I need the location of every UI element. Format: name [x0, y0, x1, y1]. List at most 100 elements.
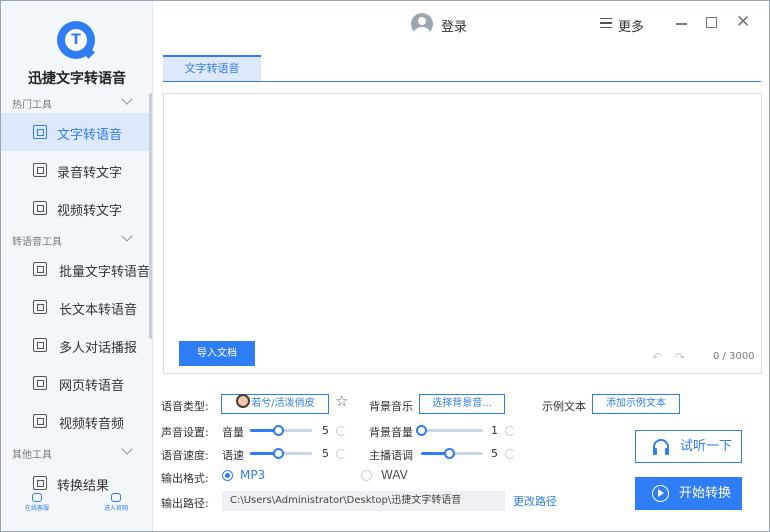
import-document-button[interactable]: 导入文档 — [179, 341, 255, 366]
volume-label: 音量 — [222, 426, 244, 439]
play-icon — [652, 485, 669, 502]
sidebar-item-text-to-speech[interactable]: 文字转语音 — [1, 113, 149, 151]
speed-slider[interactable] — [250, 448, 312, 459]
sidebar-item-label: 文字转语音 — [57, 128, 123, 143]
maximize-icon[interactable] — [706, 17, 717, 28]
footer-label: 进入官网 — [103, 505, 128, 512]
sidebar-item-batch-text-to-speech[interactable]: 批量文字转语音 — [1, 250, 151, 288]
speed-sub-label: 语速 — [222, 449, 244, 462]
sidebar-item-results[interactable]: 转换结果 — [1, 464, 149, 502]
close-icon[interactable]: ✕ — [736, 14, 750, 31]
bg-volume-label: 背景音量 — [369, 426, 413, 439]
sidebar-item-recording-to-text[interactable]: 录音转文字 — [1, 151, 149, 189]
char-counter: 0 / 3000 — [713, 351, 755, 362]
output-path-label: 输出路径: — [161, 497, 209, 510]
reset-icon[interactable] — [336, 449, 346, 459]
start-convert-button[interactable]: 开始转换 — [635, 477, 742, 510]
app-name: 迅捷文字转语音 — [28, 71, 126, 87]
section-speech-tools: 转语音工具 — [12, 237, 62, 248]
app-logo-icon: T — [57, 21, 95, 59]
bg-music-label: 背景音乐 — [369, 400, 413, 413]
audio-icon — [33, 414, 47, 428]
long-text-icon — [33, 300, 47, 314]
slider-handle[interactable] — [272, 448, 284, 459]
video-icon — [33, 201, 47, 215]
reset-icon[interactable] — [336, 426, 346, 436]
chevron-down-icon[interactable] — [121, 230, 133, 242]
mp3-radio[interactable] — [222, 470, 233, 481]
more-menu[interactable]: 更多 — [618, 16, 644, 35]
sidebar-item-label: 长文本转语音 — [59, 303, 138, 318]
sidebar-item-video-to-audio[interactable]: 视频转音频 — [1, 402, 149, 440]
mp3-label[interactable]: MP3 — [240, 468, 265, 482]
bg-volume-value: 1 — [491, 424, 498, 437]
official-site-button[interactable]: 进入官网 — [96, 493, 136, 512]
text-editor[interactable] — [163, 93, 762, 374]
online-support-button[interactable]: 在线客服 — [17, 493, 57, 512]
speech-speed-label: 语音速度: — [161, 449, 209, 462]
sample-text-label: 示例文本 — [542, 400, 586, 413]
sidebar-item-label: 录音转文字 — [57, 166, 123, 181]
volume-slider[interactable] — [250, 425, 312, 436]
output-format-label: 输出格式: — [161, 472, 209, 485]
sidebar: T 迅捷文字转语音 热门工具 文字转语音 录音转文字 视频转文字 转语音工具 批… — [1, 1, 153, 531]
reset-icon[interactable] — [505, 426, 515, 436]
section-other-tools: 其他工具 — [12, 450, 52, 461]
output-path-field[interactable]: C:\Users\Administrator\Desktop\迅捷文字转语音 — [222, 491, 505, 511]
footer-label: 在线客服 — [24, 505, 49, 512]
bg-volume-slider[interactable] — [416, 425, 483, 436]
webpage-icon — [33, 376, 47, 390]
change-path-link[interactable]: 更改路径 — [513, 493, 557, 509]
slider-handle[interactable] — [272, 425, 284, 436]
tab-text-to-speech[interactable]: 文字转语音 — [163, 55, 261, 82]
sidebar-item-webpage-to-speech[interactable]: 网页转语音 — [1, 364, 149, 402]
voice-type-label: 语音类型: — [161, 400, 209, 413]
app-window: T 迅捷文字转语音 热门工具 文字转语音 录音转文字 视频转文字 转语音工具 批… — [0, 0, 770, 532]
sidebar-item-label: 视频转文字 — [57, 204, 123, 219]
tab-underline — [163, 81, 761, 82]
dialog-icon — [33, 338, 47, 352]
chevron-down-icon[interactable] — [121, 443, 133, 455]
sidebar-item-multi-dialog[interactable]: 多人对话播报 — [1, 326, 149, 364]
wav-radio[interactable] — [361, 470, 372, 481]
minimize-icon[interactable] — [676, 23, 687, 25]
sidebar-item-label: 转换结果 — [57, 479, 110, 494]
sidebar-item-video-to-text[interactable]: 视频转文字 — [1, 189, 149, 227]
sidebar-item-long-text-to-speech[interactable]: 长文本转语音 — [1, 288, 149, 326]
avatar-icon[interactable] — [411, 13, 433, 35]
text-icon — [33, 125, 47, 139]
voice-button-label: 若兮/活泼俏皮 — [251, 398, 315, 409]
sound-settings-label: 声音设置: — [161, 426, 209, 439]
results-icon — [33, 476, 47, 490]
slider-handle[interactable] — [443, 448, 455, 459]
choose-bg-music-button[interactable]: 选择背景音... — [419, 394, 505, 414]
sidebar-item-label: 批量文字转语音 — [59, 265, 151, 280]
sidebar-item-label: 网页转语音 — [59, 379, 125, 394]
sidebar-scrollbar[interactable] — [149, 93, 152, 339]
pitch-slider[interactable] — [421, 448, 483, 459]
sidebar-item-label: 多人对话播报 — [59, 341, 138, 356]
pitch-value: 5 — [491, 447, 498, 460]
chevron-down-icon[interactable] — [121, 93, 133, 105]
redo-icon[interactable]: ↷ — [675, 350, 685, 364]
preview-listen-button[interactable]: 试听一下 — [635, 430, 742, 463]
sidebar-item-label: 视频转音频 — [59, 417, 125, 432]
login-link[interactable]: 登录 — [441, 16, 467, 35]
reset-icon[interactable] — [505, 449, 515, 459]
speed-value: 5 — [322, 447, 329, 460]
add-sample-text-button[interactable]: 添加示例文本 — [592, 394, 680, 414]
menu-icon[interactable] — [600, 18, 612, 28]
batch-icon — [33, 262, 47, 276]
monitor-icon — [111, 493, 121, 502]
recording-icon — [33, 163, 47, 177]
star-icon[interactable]: ☆ — [335, 394, 348, 409]
headphone-icon — [653, 439, 669, 455]
wav-label[interactable]: WAV — [381, 468, 408, 482]
volume-value: 5 — [322, 424, 329, 437]
listen-button-label: 试听一下 — [680, 439, 733, 454]
start-button-label: 开始转换 — [679, 486, 732, 501]
undo-icon[interactable]: ↶ — [652, 350, 662, 364]
section-hot-tools: 热门工具 — [12, 100, 52, 111]
slider-handle[interactable] — [416, 425, 427, 436]
voice-avatar-icon — [236, 394, 250, 408]
